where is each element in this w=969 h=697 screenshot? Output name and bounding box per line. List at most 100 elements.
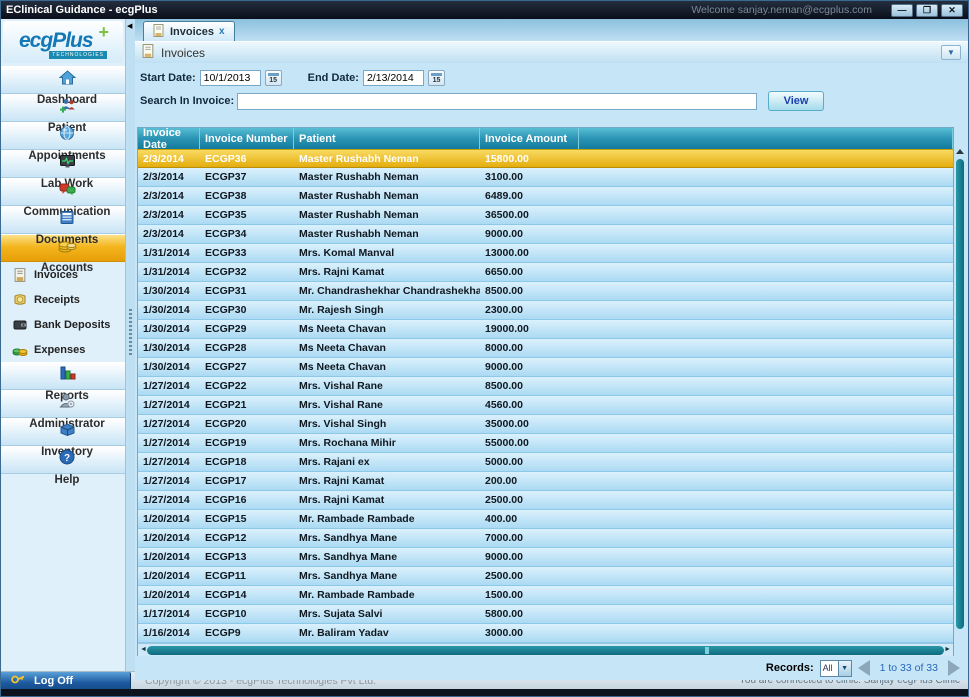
cell-patient: Master Rushabh Neman: [294, 228, 480, 240]
cell-invoice-number: ECGP18: [200, 456, 294, 468]
column-header-invoice-number[interactable]: Invoice Number: [200, 128, 294, 149]
table-row[interactable]: 1/20/2014ECGP12Mrs. Sandhya Mane7000.00: [138, 529, 953, 548]
end-date-calendar-icon[interactable]: 15: [428, 70, 445, 86]
cell-invoice-amount: 4560.00: [480, 399, 579, 411]
cell-invoice-number: ECGP12: [200, 532, 294, 544]
sidebar-item-reports[interactable]: Reports: [1, 362, 125, 390]
table-row[interactable]: 1/31/2014ECGP32Mrs. Rajni Kamat6650.00: [138, 263, 953, 282]
table-row[interactable]: 1/20/2014ECGP11Mrs. Sandhya Mane2500.00: [138, 567, 953, 586]
help-icon: ?: [57, 447, 77, 467]
start-date-calendar-icon[interactable]: 15: [265, 70, 282, 86]
search-invoice-input[interactable]: [237, 93, 757, 110]
next-page-button[interactable]: [948, 660, 960, 676]
table-row[interactable]: 1/20/2014ECGP14Mr. Rambade Rambade1500.0…: [138, 586, 953, 605]
documents-icon: [57, 207, 77, 227]
vertical-scroll-thumb[interactable]: [956, 159, 964, 629]
table-row[interactable]: 1/27/2014ECGP17Mrs. Rajni Kamat200.00: [138, 472, 953, 491]
sidebar-collapse-icon[interactable]: ◀: [127, 22, 132, 30]
table-row[interactable]: 1/16/2014ECGP9Mr. Baliram Yadav3000.00: [138, 624, 953, 643]
sidebar-item-administrator[interactable]: Administrator: [1, 390, 125, 418]
minimize-button[interactable]: —: [891, 4, 913, 17]
column-header-invoice-amount[interactable]: Invoice Amount: [480, 128, 579, 149]
log-off-button[interactable]: Log Off: [1, 672, 131, 690]
cell-invoice-number: ECGP15: [200, 513, 294, 525]
sidebar-item-appointments[interactable]: Appointments: [1, 122, 125, 150]
tab-invoices[interactable]: Invoices x: [143, 21, 235, 41]
sidebar-item-help[interactable]: ?Help: [1, 446, 125, 474]
svg-text:?: ?: [64, 453, 70, 464]
cell-invoice-date: 1/31/2014: [138, 247, 200, 259]
cell-invoice-amount: 15800.00: [480, 153, 579, 165]
maximize-button[interactable]: ❐: [916, 4, 938, 17]
column-header-patient[interactable]: Patient: [294, 128, 480, 149]
cell-invoice-number: ECGP31: [200, 285, 294, 297]
labwork-icon: [57, 151, 77, 171]
sidebar-splitter[interactable]: ◀: [126, 19, 135, 671]
table-row[interactable]: 1/30/2014ECGP31Mr. Chandrashekhar Chandr…: [138, 282, 953, 301]
cell-invoice-date: 1/20/2014: [138, 589, 200, 601]
sidebar-item-expenses[interactable]: Expenses: [1, 337, 125, 362]
start-date-input[interactable]: [200, 70, 261, 86]
table-row[interactable]: 2/3/2014ECGP37Master Rushabh Neman3100.0…: [138, 168, 953, 187]
cell-invoice-amount: 5800.00: [480, 608, 579, 620]
table-row[interactable]: 1/27/2014ECGP20Mrs. Vishal Singh35000.00: [138, 415, 953, 434]
table-row[interactable]: 1/27/2014ECGP22Mrs. Vishal Rane8500.00: [138, 377, 953, 396]
cell-invoice-amount: 2500.00: [480, 570, 579, 582]
table-row[interactable]: 2/3/2014ECGP35Master Rushabh Neman36500.…: [138, 206, 953, 225]
table-row[interactable]: 1/20/2014ECGP13Mrs. Sandhya Mane9000.00: [138, 548, 953, 567]
table-row[interactable]: 1/30/2014ECGP29Ms Neeta Chavan19000.00: [138, 320, 953, 339]
tab-close-icon[interactable]: x: [219, 26, 225, 37]
sidebar-item-receipts[interactable]: Receipts: [1, 287, 125, 312]
sidebar-item-label: Bank Deposits: [34, 319, 110, 331]
invoice-breadcrumb-icon: [142, 44, 155, 61]
cell-patient: Mrs. Rajni Kamat: [294, 266, 480, 278]
close-button[interactable]: ✕: [941, 4, 963, 17]
records-per-page-select[interactable]: All ▼: [820, 660, 852, 677]
tab-list-dropdown-button[interactable]: ▼: [941, 45, 961, 60]
cell-patient: Mrs. Vishal Singh: [294, 418, 480, 430]
scroll-up-icon[interactable]: [956, 149, 964, 154]
table-row[interactable]: 2/3/2014ECGP38Master Rushabh Neman6489.0…: [138, 187, 953, 206]
sidebar-item-patient[interactable]: Patient: [1, 94, 125, 122]
sidebar-item-communication[interactable]: Communication: [1, 178, 125, 206]
cell-invoice-amount: 2300.00: [480, 304, 579, 316]
cell-invoice-number: ECGP35: [200, 209, 294, 221]
scroll-right-icon[interactable]: ►: [944, 646, 951, 653]
table-row[interactable]: 1/27/2014ECGP16Mrs. Rajni Kamat2500.00: [138, 491, 953, 510]
sidebar-item-inventory[interactable]: Inventory: [1, 418, 125, 446]
invoices-panel: Start Date: 15 End Date: 15 Search In In…: [135, 63, 968, 671]
communication-icon: [57, 179, 77, 199]
receipts-icon: [12, 292, 28, 308]
sidebar-item-label: Expenses: [34, 344, 85, 356]
scroll-left-icon[interactable]: ◄: [140, 646, 147, 653]
column-header-invoice-date[interactable]: Invoice Date: [138, 128, 200, 149]
bankdeposits-icon: [12, 317, 28, 333]
table-row[interactable]: 1/31/2014ECGP33Mrs. Komal Manval13000.00: [138, 244, 953, 263]
sidebar-item-accounts[interactable]: Accounts: [1, 234, 125, 262]
table-row[interactable]: 1/30/2014ECGP28Ms Neeta Chavan8000.00: [138, 339, 953, 358]
horizontal-scroll-thumb[interactable]: [147, 646, 944, 655]
sidebar-item-lab-work[interactable]: Lab Work: [1, 150, 125, 178]
view-button[interactable]: View: [768, 91, 824, 111]
previous-page-button[interactable]: [858, 660, 870, 676]
table-row[interactable]: 1/30/2014ECGP27Ms Neeta Chavan9000.00: [138, 358, 953, 377]
pagination-bar: Records: All ▼ 1 to 33 of 33: [135, 656, 968, 680]
records-select-value: All: [821, 661, 838, 676]
table-row[interactable]: 2/3/2014ECGP34Master Rushabh Neman9000.0…: [138, 225, 953, 244]
horizontal-scrollbar[interactable]: ◄ ►: [138, 643, 953, 656]
splitter-grip[interactable]: [129, 309, 132, 355]
sidebar-filler: [1, 474, 125, 671]
table-row[interactable]: 1/30/2014ECGP30Mr. Rajesh Singh2300.00: [138, 301, 953, 320]
table-row[interactable]: 2/3/2014ECGP36Master Rushabh Neman15800.…: [138, 149, 953, 168]
cell-patient: Mrs. Sujata Salvi: [294, 608, 480, 620]
invoices-table: Invoice Date Invoice Number Patient Invo…: [137, 127, 954, 656]
cell-patient: Mrs. Sandhya Mane: [294, 532, 480, 544]
sidebar-item-dashboard[interactable]: Dashboard: [1, 66, 125, 94]
table-row[interactable]: 1/27/2014ECGP19Mrs. Rochana Mihir55000.0…: [138, 434, 953, 453]
table-row[interactable]: 1/20/2014ECGP15Mr. Rambade Rambade400.00: [138, 510, 953, 529]
table-row[interactable]: 1/27/2014ECGP18Mrs. Rajani ex5000.00: [138, 453, 953, 472]
end-date-input[interactable]: [363, 70, 424, 86]
table-row[interactable]: 1/27/2014ECGP21Mrs. Vishal Rane4560.00: [138, 396, 953, 415]
table-row[interactable]: 1/17/2014ECGP10Mrs. Sujata Salvi5800.00: [138, 605, 953, 624]
sidebar-item-bank-deposits[interactable]: Bank Deposits: [1, 312, 125, 337]
